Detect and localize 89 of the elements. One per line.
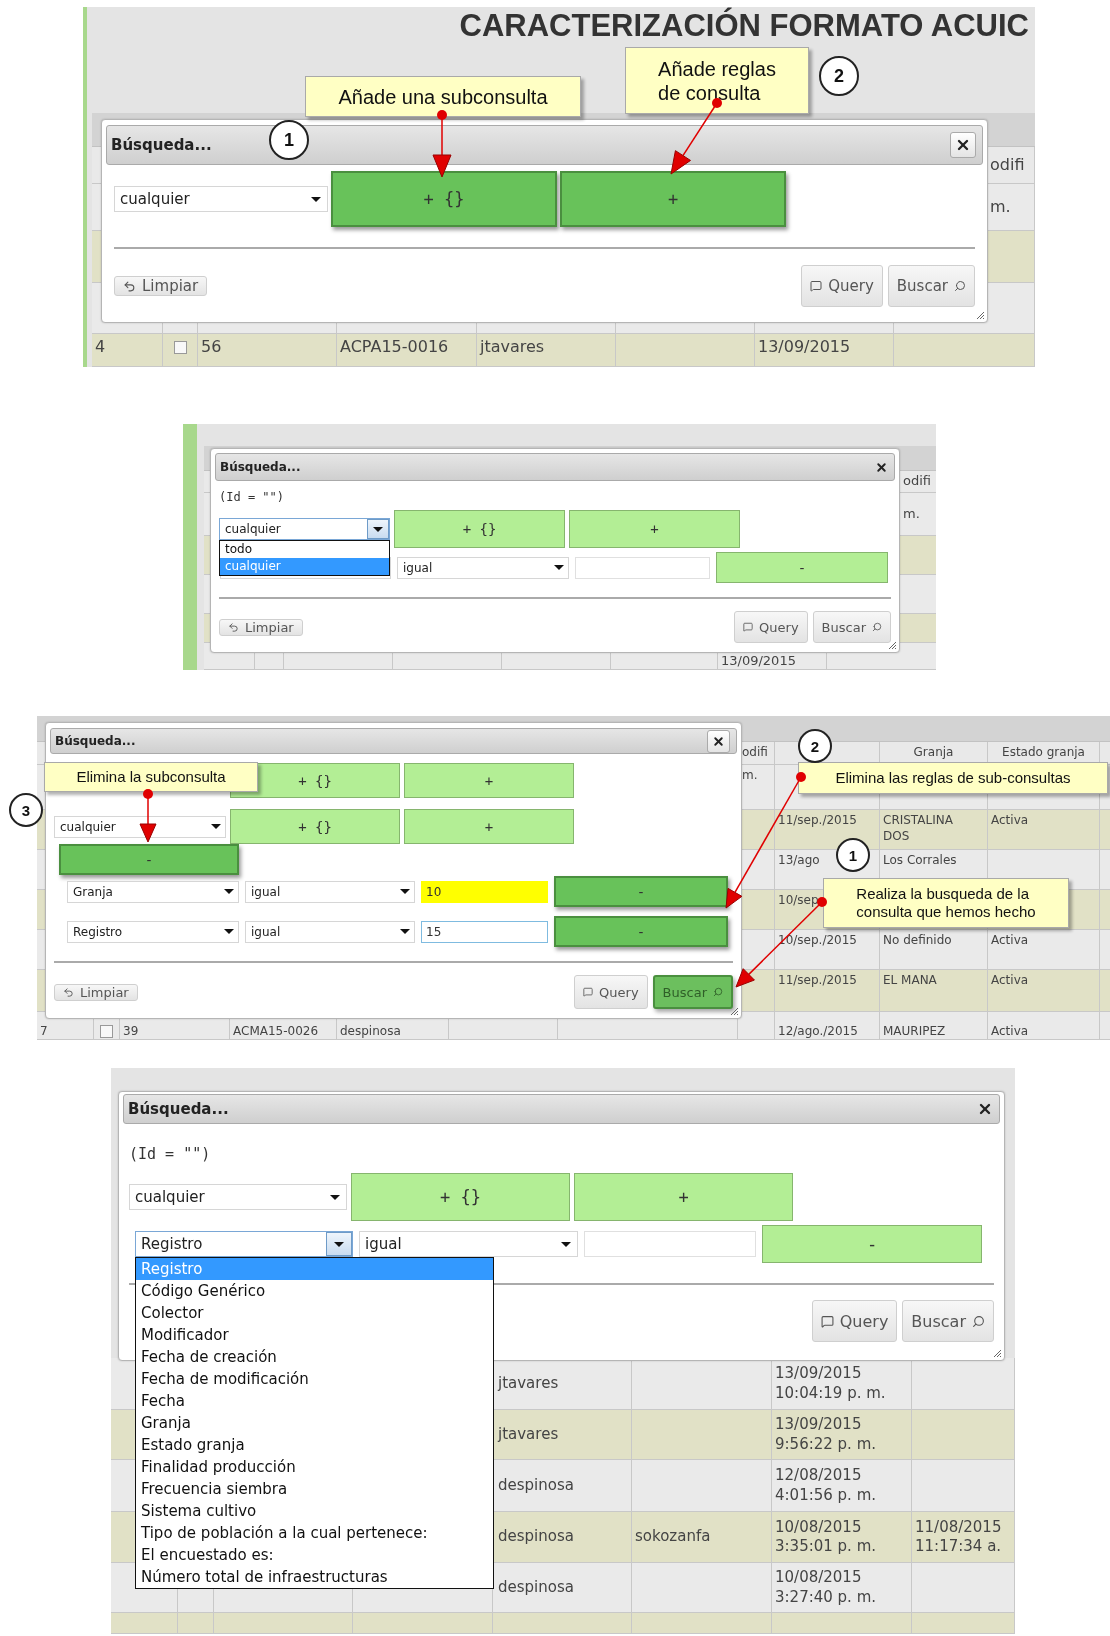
speech-bubble-icon [810,280,823,292]
close-icon [955,137,971,153]
query-text: (Id = "") [219,490,286,504]
query-button[interactable]: Query [811,1300,898,1342]
add-subquery-button[interactable]: + {} [351,1173,570,1221]
dropdown-field[interactable]: igual [359,1231,578,1257]
close-icon [712,734,725,748]
callout: Elimina las reglas de sub-consultas [798,762,1108,794]
value-field[interactable]: 10 [421,880,548,903]
callout: Añade una subconsulta [305,76,581,117]
dropdown-field[interactable]: igual [245,920,415,943]
close-button[interactable] [707,729,730,753]
resize-grip-icon[interactable] [888,641,897,650]
speech-bubble-icon [583,987,594,997]
dialog-title: Búsqueda... [220,460,301,474]
dropdown-field[interactable]: Registro [135,1231,353,1257]
undo-icon [123,279,136,293]
add-rule-button[interactable]: + [574,1173,793,1221]
add-rule-button[interactable]: + [404,763,574,798]
table-cell: 12/ago./2015 [775,1012,880,1040]
step-number: 3 [9,793,43,827]
remove-subquery-button[interactable]: - [59,844,239,875]
table-cell: 13/09/2015 [755,334,894,367]
value-field[interactable] [584,1231,756,1257]
clear-button[interactable]: Limpiar [114,276,208,296]
remove-rule-button[interactable]: - [762,1225,982,1263]
undo-icon [228,621,239,633]
table-cell: Activa [988,1012,1100,1040]
dialog-title: Búsqueda... [55,734,136,748]
table-cell: 56 [198,334,337,367]
table-cell: jtavares [477,334,616,367]
value-field[interactable]: 15 [421,920,548,943]
callout: Añade reglas de consulta [625,47,809,114]
table-cell: MAURIPEZ [880,1012,988,1040]
close-icon [977,1101,993,1117]
dialog-title: Búsqueda... [111,136,212,154]
callout: Realiza la busqueda de la consulta que hemos hecho [823,878,1069,928]
resize-grip-icon[interactable] [730,1007,739,1016]
table-cell: ACPA15-0016 [337,334,477,367]
query-button[interactable]: Query [801,265,883,307]
callout: Elimina la subconsulta [44,762,258,792]
pointer-arrow [139,789,157,843]
add-rule-button[interactable]: + [560,171,786,227]
resize-grip-icon[interactable] [993,1349,1002,1358]
resize-grip-icon[interactable] [976,311,985,320]
search-button[interactable]: Buscar [887,265,975,307]
add-rule-button[interactable]: + [569,510,740,548]
dropdown-field[interactable]: igual [397,556,569,579]
checkbox[interactable] [173,341,187,354]
speech-bubble-icon [820,1314,834,1328]
remove-rule-button[interactable]: - [554,876,728,907]
close-button[interactable] [875,460,888,474]
pointer-arrow [432,110,452,178]
search-icon [872,622,882,632]
undo-icon [63,986,74,998]
dropdown-field[interactable]: igual [245,880,415,903]
dropdown-field[interactable]: Registro [67,920,239,943]
checkbox[interactable] [100,1025,113,1038]
dialog-title: Búsqueda... [128,1100,229,1118]
close-button[interactable] [977,1101,993,1117]
remove-rule-button[interactable]: - [716,552,888,583]
search-icon [954,280,966,292]
page-title: CARACTERIZACIÓN FORMATO ACUIC [459,9,1029,43]
dropdown-field[interactable]: Granja [67,880,239,903]
clear-button[interactable]: Limpiar [219,618,303,636]
value-field[interactable] [575,556,710,579]
table-cell: 4 [92,334,163,367]
speech-bubble-icon [743,622,754,632]
add-subquery-button[interactable]: + {} [230,809,400,844]
add-rule-button[interactable]: + [404,809,574,844]
remove-rule-button[interactable]: - [554,916,728,947]
search-button[interactable]: Buscar [902,1300,994,1342]
clear-button[interactable]: Limpiar [54,983,138,1001]
dropdown-field[interactable]: cualquier [129,1184,347,1210]
query-button[interactable]: Query [734,611,808,643]
caret-icon [367,519,389,539]
search-icon [713,987,723,997]
caret-icon [326,1232,352,1256]
query-text: (Id = "") [129,1145,212,1163]
add-subquery-button[interactable]: + {} [394,510,565,548]
search-icon [972,1314,985,1328]
add-subquery-button[interactable]: + {} [331,171,557,227]
close-button[interactable] [950,132,976,158]
query-button[interactable]: Query [574,975,648,1009]
dropdown-field[interactable]: cualquier [219,518,390,540]
close-icon [875,460,888,474]
dropdown-field[interactable]: cualquier [114,186,328,212]
dropdown-field[interactable]: cualquier [54,815,226,838]
search-button[interactable]: Buscar [812,611,891,643]
